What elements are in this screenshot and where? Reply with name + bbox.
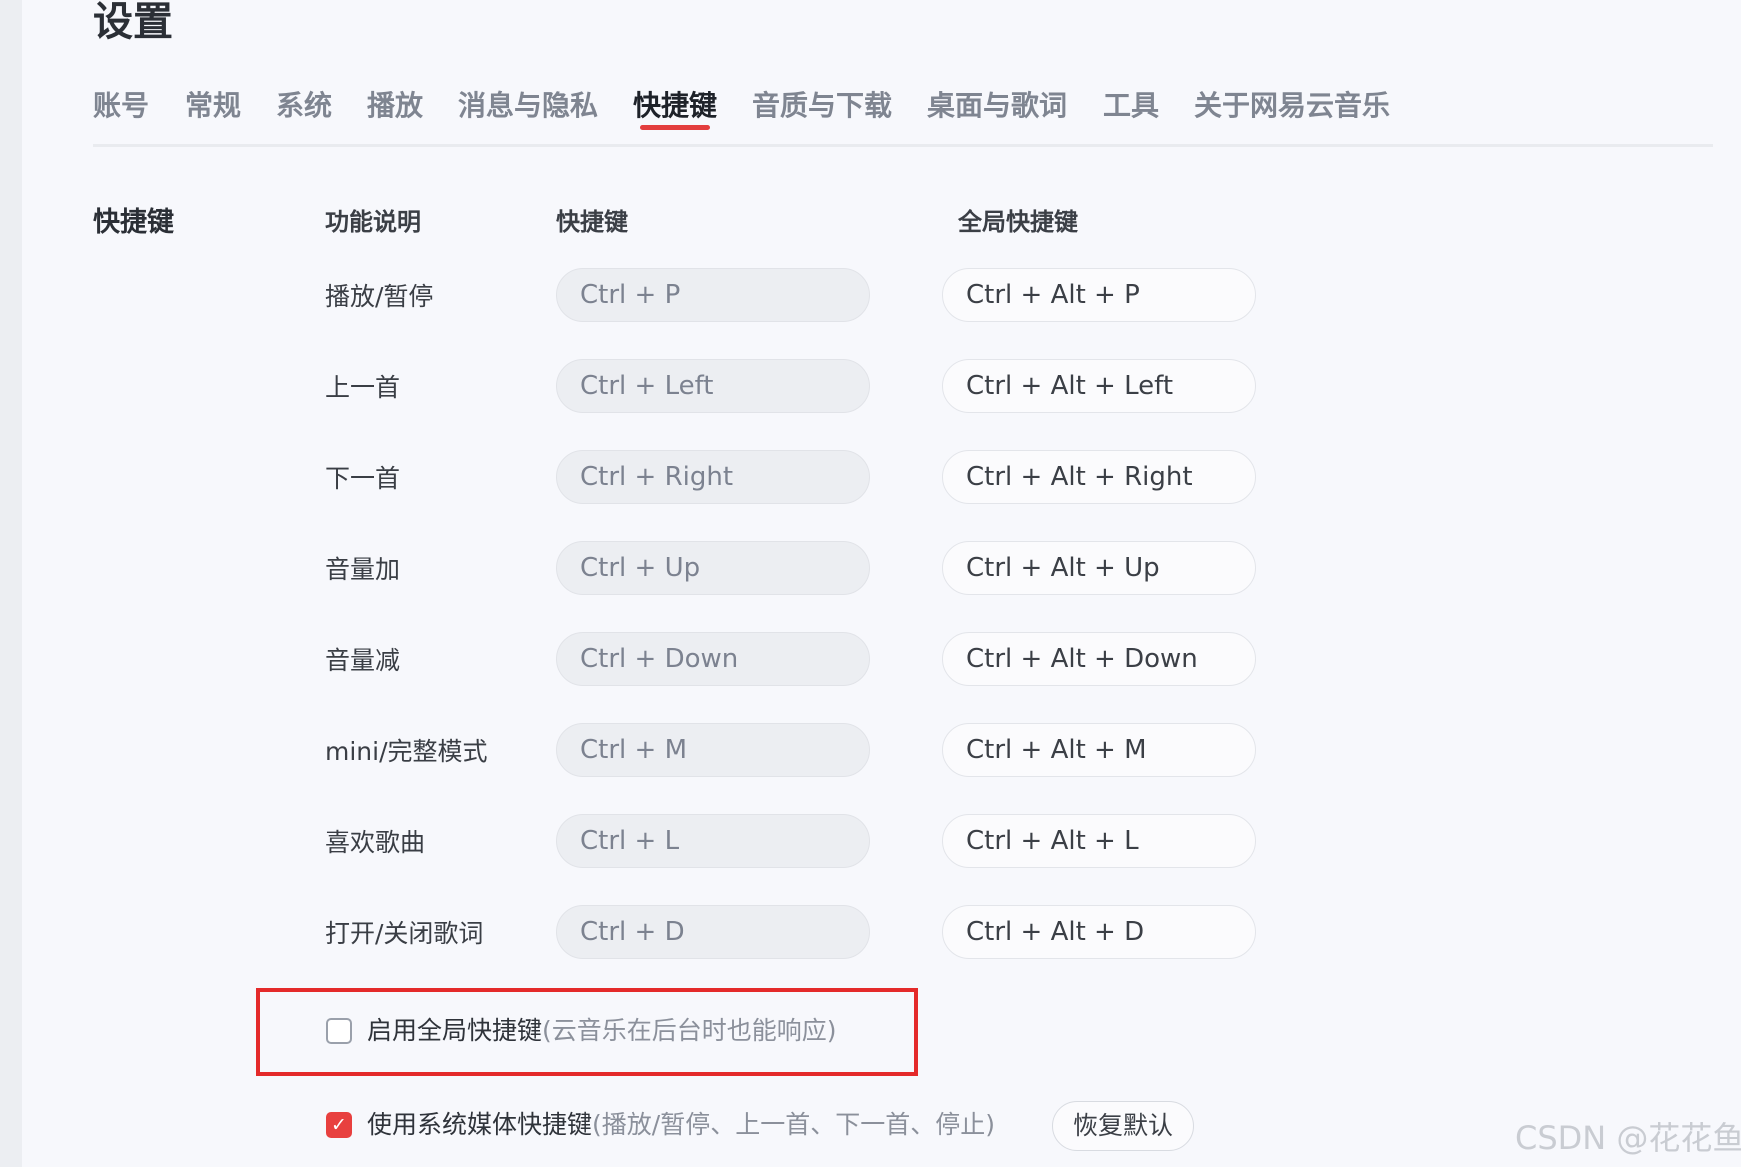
- global-shortcut-field-play-pause[interactable]: Ctrl + Alt + P: [942, 268, 1256, 322]
- row-desc-play-pause: 播放/暂停: [325, 282, 434, 311]
- global-shortcut-hint: (云音乐在后台时也能响应): [542, 1016, 837, 1045]
- row-desc-previous: 上一首: [325, 373, 401, 402]
- reset-default-button[interactable]: 恢复默认: [1052, 1101, 1194, 1151]
- global-shortcut-field-volume-up[interactable]: Ctrl + Alt + Up: [942, 541, 1256, 595]
- tab-about[interactable]: 关于网易云音乐: [1194, 86, 1390, 126]
- global-shortcut-checkbox[interactable]: [326, 1018, 352, 1044]
- global-shortcut-field-mini-mode[interactable]: Ctrl + Alt + M: [942, 723, 1256, 777]
- shortcut-field-volume-up[interactable]: Ctrl + Up: [556, 541, 870, 595]
- row-desc-volume-down: 音量减: [325, 646, 401, 675]
- global-shortcut-field-next[interactable]: Ctrl + Alt + Right: [942, 450, 1256, 504]
- row-desc-next: 下一首: [325, 464, 401, 493]
- shortcut-field-play-pause[interactable]: Ctrl + P: [556, 268, 870, 322]
- sidebar-edge: [0, 0, 22, 1167]
- global-shortcut-label: 启用全局快捷键: [367, 1016, 543, 1045]
- row-desc-toggle-lyrics: 打开/关闭歌词: [325, 919, 484, 948]
- media-keys-label: 使用系统媒体快捷键: [367, 1110, 593, 1139]
- shortcut-field-next[interactable]: Ctrl + Right: [556, 450, 870, 504]
- shortcut-field-toggle-lyrics[interactable]: Ctrl + D: [556, 905, 870, 959]
- tab-tools[interactable]: 工具: [1103, 86, 1159, 126]
- header-shortcut: 快捷键: [556, 208, 628, 236]
- shortcut-field-like-song[interactable]: Ctrl + L: [556, 814, 870, 868]
- global-shortcut-option[interactable]: 启用全局快捷键(云音乐在后台时也能响应): [367, 1013, 837, 1049]
- row-desc-mini-mode: mini/完整模式: [325, 737, 488, 766]
- media-keys-hint: (播放/暂停、上一首、下一首、停止): [592, 1110, 995, 1139]
- global-shortcut-field-toggle-lyrics[interactable]: Ctrl + Alt + D: [942, 905, 1256, 959]
- header-global-shortcut: 全局快捷键: [958, 208, 1078, 236]
- tab-general[interactable]: 常规: [185, 86, 241, 126]
- tab-shortcuts[interactable]: 快捷键: [633, 86, 717, 126]
- tab-quality-download[interactable]: 音质与下载: [752, 86, 892, 126]
- section-label: 快捷键: [93, 207, 174, 238]
- global-shortcut-field-like-song[interactable]: Ctrl + Alt + L: [942, 814, 1256, 868]
- header-description: 功能说明: [325, 208, 421, 236]
- row-desc-volume-up: 音量加: [325, 555, 401, 584]
- active-tab-indicator: [640, 125, 710, 130]
- global-shortcut-field-previous[interactable]: Ctrl + Alt + Left: [942, 359, 1256, 413]
- shortcut-field-previous[interactable]: Ctrl + Left: [556, 359, 870, 413]
- tab-system[interactable]: 系统: [276, 86, 332, 126]
- shortcut-field-volume-down[interactable]: Ctrl + Down: [556, 632, 870, 686]
- media-keys-option[interactable]: 使用系统媒体快捷键(播放/暂停、上一首、下一首、停止): [367, 1107, 995, 1143]
- global-shortcut-field-volume-down[interactable]: Ctrl + Alt + Down: [942, 632, 1256, 686]
- tab-playback[interactable]: 播放: [367, 86, 423, 126]
- page-title: 设置: [93, 0, 173, 45]
- tab-desktop-lyrics[interactable]: 桌面与歌词: [927, 86, 1067, 126]
- media-keys-checkbox[interactable]: ✓: [326, 1112, 352, 1138]
- tab-account[interactable]: 账号: [93, 86, 149, 126]
- tab-messages-privacy[interactable]: 消息与隐私: [458, 86, 598, 126]
- watermark: CSDN @花花鱼: [1515, 1119, 1741, 1157]
- shortcut-field-mini-mode[interactable]: Ctrl + M: [556, 723, 870, 777]
- row-desc-like-song: 喜欢歌曲: [325, 828, 426, 857]
- tabs-divider: [93, 144, 1713, 147]
